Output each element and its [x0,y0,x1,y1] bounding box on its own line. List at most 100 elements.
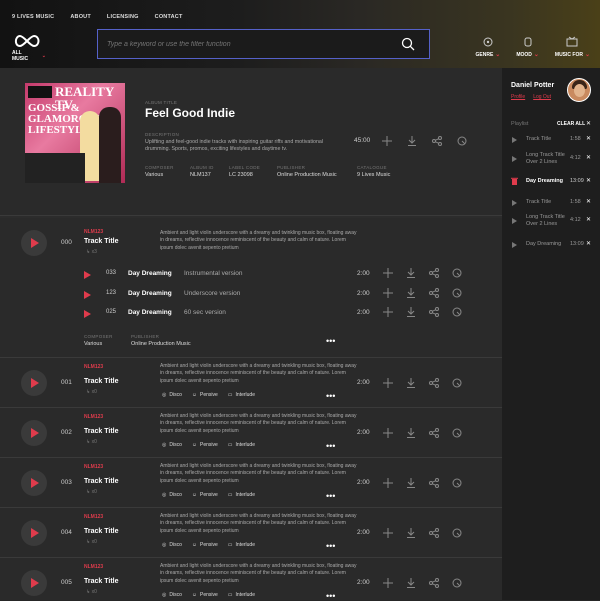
track-title[interactable]: Track Title [84,378,119,385]
cue-icon[interactable] [450,305,463,318]
track-versions[interactable]: ↳ x0 [86,389,97,395]
playlist-item[interactable]: Long Track Title Over 2 Lines 4:12 ✕ [511,152,593,172]
tag[interactable]: ▭ Interlude [228,542,255,548]
track-title[interactable]: Track Title [84,478,119,485]
play-icon[interactable] [84,291,91,299]
version-row[interactable]: 025 Day Dreaming 60 sec version 2:00 [0,304,502,324]
playlist-item[interactable]: Day Dreaming 13:09 ✕ [511,241,593,255]
add-icon[interactable] [381,305,394,318]
add-icon[interactable] [381,526,394,539]
play-icon[interactable] [512,242,517,248]
share-icon[interactable] [430,134,443,147]
track-row[interactable]: 005 NLM123 Track Title ↳ x0 Ambient and … [0,558,502,601]
tag[interactable]: ◎ Disco [162,592,182,598]
track-row[interactable]: 003 NLM123 Track Title ↳ x0 Ambient and … [0,458,502,508]
tag[interactable]: ☺ Pensive [192,492,218,498]
more-icon[interactable]: ••• [326,337,335,346]
add-icon[interactable] [381,286,394,299]
share-icon[interactable] [427,286,440,299]
more-icon[interactable]: ••• [326,442,335,451]
add-icon[interactable] [381,576,394,589]
cue-icon[interactable] [450,576,463,589]
playlist-item-active[interactable]: Day Dreaming 13:09 ✕ [511,177,593,192]
nav-link-contact[interactable]: CONTACT [155,14,183,20]
remove-icon[interactable]: ✕ [586,177,591,184]
track-title[interactable]: Track Title [84,428,119,435]
tag[interactable]: ◎ Disco [162,492,182,498]
share-icon[interactable] [427,576,440,589]
add-icon[interactable] [381,426,394,439]
download-icon[interactable] [404,376,417,389]
play-icon[interactable] [512,137,517,143]
play-button[interactable] [21,370,47,396]
track-row[interactable]: 000 NLM123 Track Title ↳ x3 Ambient and … [0,218,502,358]
download-icon[interactable] [404,305,417,318]
download-icon[interactable] [404,526,417,539]
tag[interactable]: ◎ Disco [162,442,182,448]
download-icon[interactable] [404,266,417,279]
download-icon[interactable] [404,476,417,489]
profile-link[interactable]: Profile [511,94,525,100]
track-title[interactable]: Track Title [84,238,119,245]
download-icon[interactable] [405,134,418,147]
search-input[interactable] [107,40,397,48]
tag[interactable]: ◎ Disco [162,392,182,398]
share-icon[interactable] [427,526,440,539]
track-versions[interactable]: ↳ x3 [86,249,97,255]
more-icon[interactable]: ••• [326,492,335,501]
cue-icon[interactable] [450,376,463,389]
tag[interactable]: ◎ Disco [162,542,182,548]
nav-link-home[interactable]: 9 LIVES MUSIC [12,14,54,20]
nav-link-about[interactable]: ABOUT [70,14,91,20]
share-icon[interactable] [427,376,440,389]
add-icon[interactable] [381,376,394,389]
share-icon[interactable] [427,426,440,439]
remove-icon[interactable]: ✕ [586,216,591,223]
cue-icon[interactable] [450,266,463,279]
tag[interactable]: ☺ Pensive [192,542,218,548]
search-icon[interactable] [401,37,415,56]
track-row[interactable]: 002 NLM123 Track Title ↳ x0 Ambient and … [0,408,502,458]
play-button[interactable] [21,420,47,446]
track-row[interactable]: 004 NLM123 Track Title ↳ x0 Ambient and … [0,508,502,558]
tag[interactable]: ▭ Interlude [228,592,255,598]
download-icon[interactable] [404,576,417,589]
tag[interactable]: ▭ Interlude [228,442,255,448]
track-row[interactable]: 001 NLM123 Track Title ↳ x0 Ambient and … [0,358,502,408]
share-icon[interactable] [427,266,440,279]
track-title[interactable]: Track Title [84,528,119,535]
playlist-item[interactable]: Long Track Title Over 2 Lines 4:12 ✕ [511,214,593,234]
remove-icon[interactable]: ✕ [586,154,591,161]
play-button[interactable] [21,520,47,546]
cue-icon[interactable] [450,476,463,489]
play-icon[interactable] [512,200,517,206]
play-button[interactable] [21,230,47,256]
more-icon[interactable]: ••• [326,392,335,401]
logo[interactable]: ALL MUSIC ⌄ [12,34,46,62]
cue-icon[interactable] [455,134,468,147]
remove-icon[interactable]: ✕ [586,135,591,142]
track-versions[interactable]: ↳ x0 [86,539,97,545]
add-icon[interactable] [380,134,393,147]
version-row[interactable]: 123 Day Dreaming Underscore version 2:00 [0,285,502,305]
download-icon[interactable] [404,426,417,439]
nav-link-licensing[interactable]: LICENSING [107,14,139,20]
tag[interactable]: ☺ Pensive [192,392,218,398]
filter-genre[interactable]: GENRE ⌄ [476,36,500,58]
more-icon[interactable]: ••• [326,542,335,551]
play-button[interactable] [21,470,47,496]
logout-link[interactable]: Log Out [533,94,551,100]
share-icon[interactable] [427,305,440,318]
play-icon[interactable] [512,156,517,162]
cue-icon[interactable] [450,526,463,539]
tag[interactable]: ▭ Interlude [228,492,255,498]
trash-icon[interactable] [511,177,518,185]
play-icon[interactable] [84,310,91,318]
share-icon[interactable] [427,476,440,489]
download-icon[interactable] [404,286,417,299]
clear-all-button[interactable]: CLEAR ALL [557,121,585,127]
add-icon[interactable] [381,266,394,279]
add-icon[interactable] [381,476,394,489]
track-versions[interactable]: ↳ x0 [86,439,97,445]
playlist-item[interactable]: Track Title 1:58 ✕ [511,136,593,150]
